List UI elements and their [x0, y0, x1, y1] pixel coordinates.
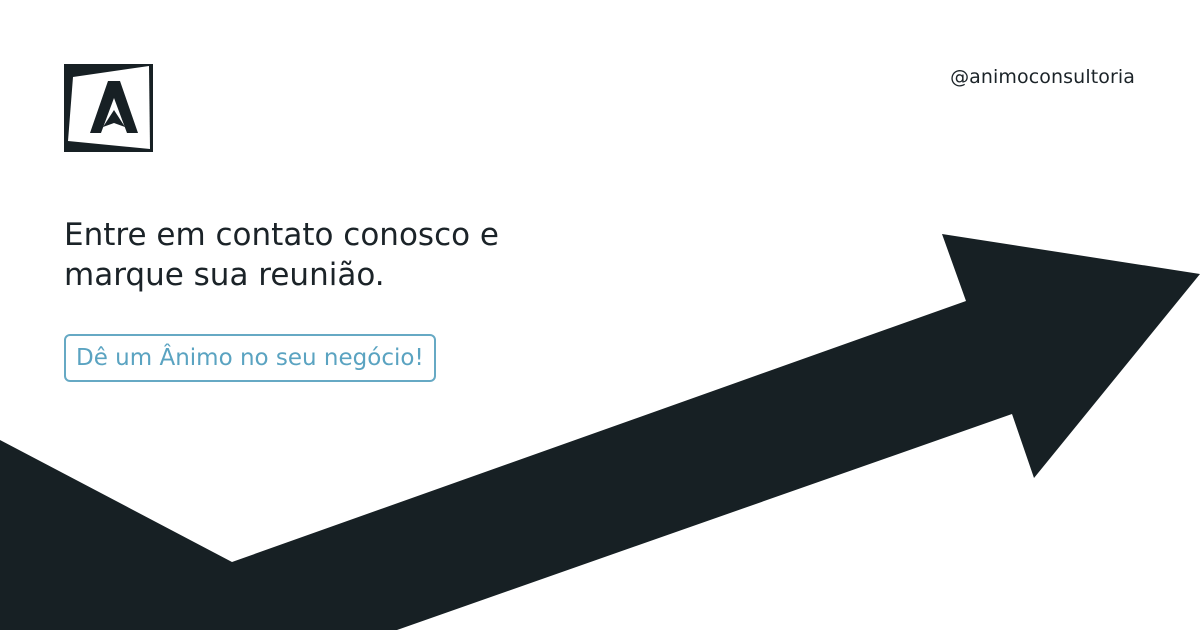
headline-line-2: marque sua reunião.: [64, 257, 385, 293]
cta-button[interactable]: Dê um Ânimo no seu negócio!: [64, 334, 436, 382]
headline-line-1: Entre em contato conosco e: [64, 217, 499, 253]
animo-a-logo-icon: [64, 64, 153, 152]
trend-up-arrow-icon: [0, 234, 1200, 630]
social-handle: @animoconsultoria: [950, 66, 1135, 88]
headline: Entre em contato conosco e marque sua re…: [64, 215, 534, 295]
banner: @animoconsultoria Entre em contato conos…: [0, 0, 1200, 630]
